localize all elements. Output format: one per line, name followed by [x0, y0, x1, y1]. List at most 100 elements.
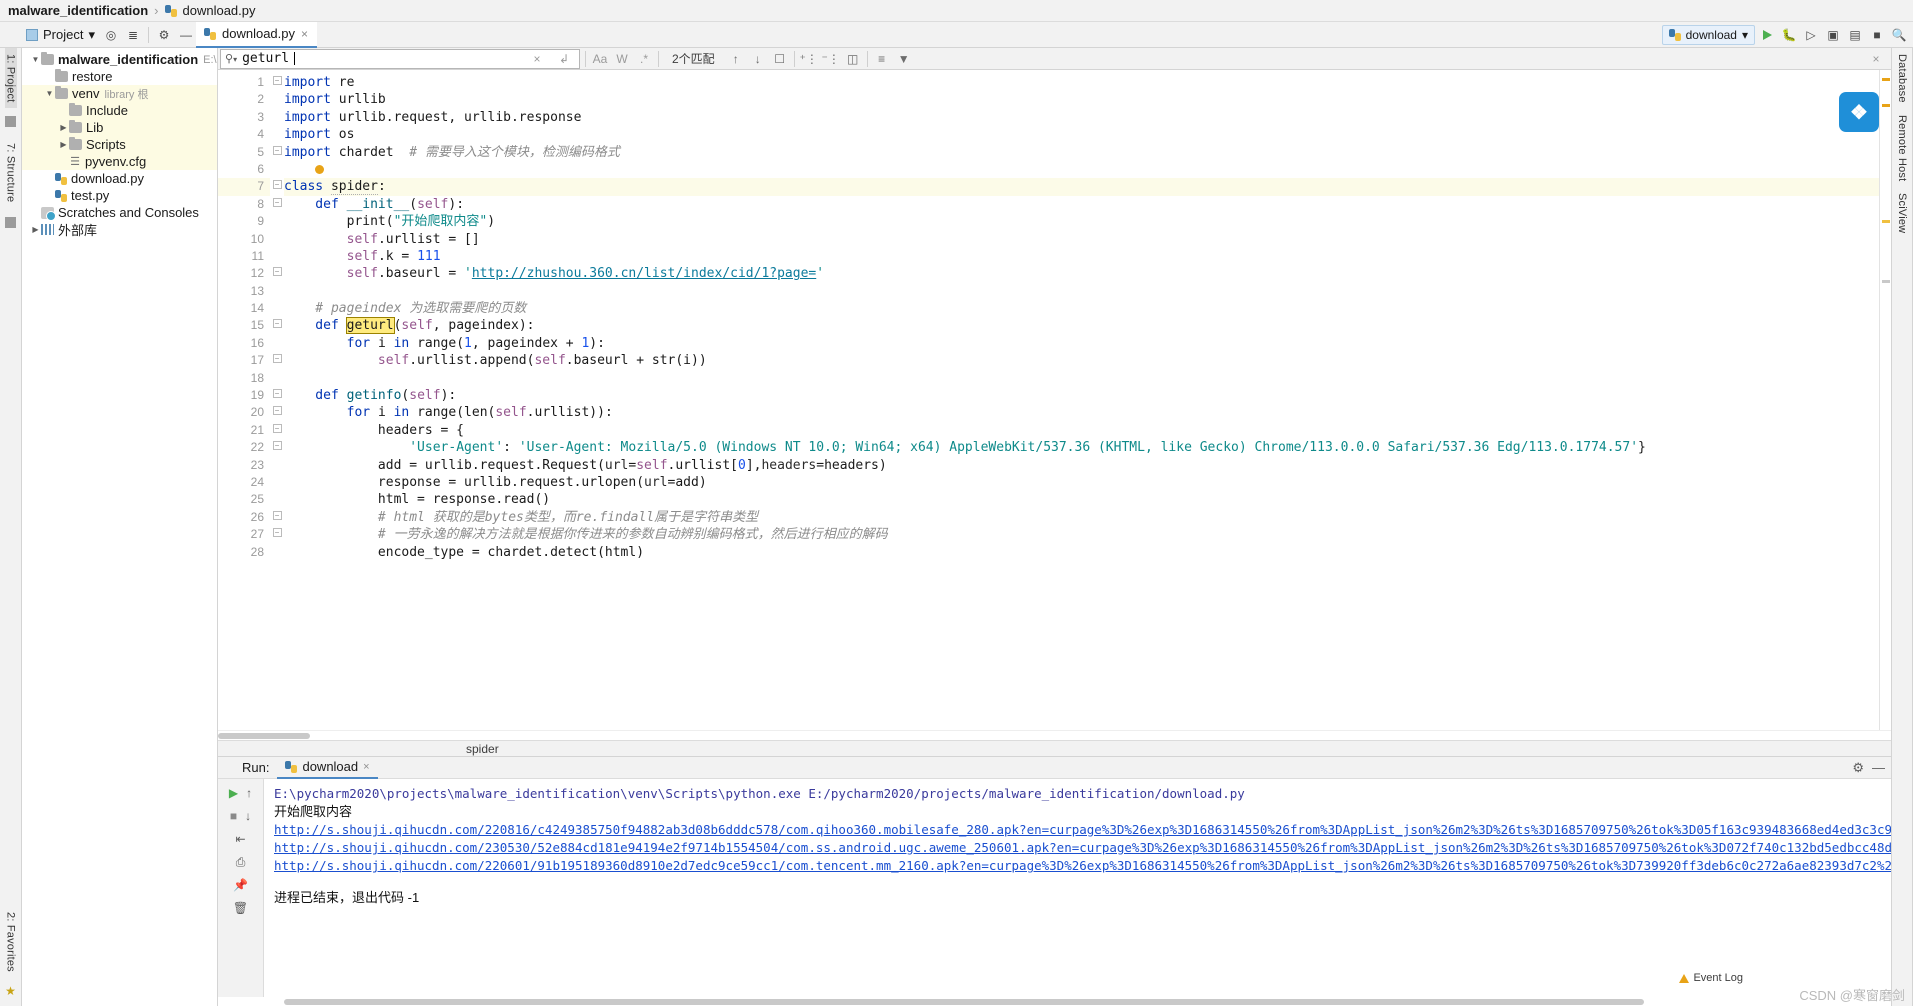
line-number[interactable]: 4	[218, 126, 270, 143]
line-number[interactable]: 16	[218, 335, 270, 352]
line-number[interactable]: 10	[218, 231, 270, 248]
scroll-up-icon[interactable]: ↑	[246, 786, 252, 800]
minimize-icon[interactable]: —	[1872, 760, 1885, 776]
editor-tab-download-py[interactable]: download.py ×	[196, 21, 318, 48]
project-panel-selector[interactable]: Project ▾	[22, 27, 99, 43]
console-line-url[interactable]: http://s.shouji.qihucdn.com/220601/91b19…	[274, 857, 1891, 875]
breadcrumb-project[interactable]: malware_identification	[8, 3, 148, 18]
code-line[interactable]: # pageindex 为选取需要爬的页数	[284, 300, 1879, 317]
code-line[interactable]: self.k = 111	[284, 248, 1879, 265]
console-output[interactable]: E:\pycharm2020\projects\malware_identifi…	[264, 779, 1891, 997]
code-line[interactable]: import urllib.request, urllib.response	[284, 109, 1879, 126]
line-number[interactable]: 17	[218, 352, 270, 369]
open-in-find-window-icon[interactable]: ◫	[842, 49, 864, 69]
run-tab-download[interactable]: download ×	[277, 757, 378, 779]
code-line[interactable]: class spider:	[284, 178, 1879, 196]
print-icon[interactable]: ⎙	[230, 851, 252, 873]
editor-horizontal-scrollbar[interactable]	[218, 730, 1891, 740]
fold-toggle-icon[interactable]: −	[270, 174, 284, 191]
code-line[interactable]: encode_type = chardet.detect(html)	[284, 544, 1879, 561]
line-number[interactable]: 2	[218, 91, 270, 108]
code-line[interactable]: for i in range(1, pageindex + 1):	[284, 335, 1879, 352]
search-input[interactable]: ⚲▾ geturl × ↲	[220, 48, 580, 69]
line-number[interactable]: 26	[218, 509, 270, 526]
search-history-icon[interactable]: ↲	[553, 49, 575, 69]
code-line[interactable]: self.urllist.append(self.baseurl + str(i…	[284, 352, 1879, 369]
line-number[interactable]: 8	[218, 196, 270, 213]
chevron-right-icon[interactable]: ▶	[30, 225, 41, 234]
code-line[interactable]	[284, 283, 1879, 300]
code-line[interactable]: print("开始爬取内容")	[284, 213, 1879, 230]
stop-icon[interactable]: ■	[1867, 25, 1887, 45]
sidebar-item-favorites[interactable]: 2: Favorites	[5, 906, 17, 978]
code-line[interactable]: self.baseurl = 'http://zhushou.360.cn/li…	[284, 265, 1879, 282]
line-number[interactable]: 15	[218, 317, 270, 334]
chevron-right-icon[interactable]: ▶	[58, 123, 69, 132]
close-find-icon[interactable]: ×	[1865, 49, 1887, 69]
sort-icon[interactable]: ≡	[871, 49, 893, 69]
regex-icon[interactable]: .*	[633, 49, 655, 69]
debug-icon[interactable]: 🐛	[1779, 25, 1799, 45]
crosshair-icon[interactable]: ◎	[101, 25, 121, 45]
run-configuration-selector[interactable]: download ▾	[1661, 25, 1755, 45]
line-number[interactable]: 14	[218, 300, 270, 317]
code-line[interactable]: add = urllib.request.Request(url=self.ur…	[284, 457, 1879, 474]
code-line[interactable]: def geturl(self, pageindex):	[284, 317, 1879, 335]
clear-search-icon[interactable]: ×	[526, 49, 548, 69]
tree-item-pyvenv-cfg[interactable]: ☰ pyvenv.cfg	[22, 153, 217, 170]
trash-icon[interactable]: 🗑	[230, 897, 252, 919]
console-line-url[interactable]: http://s.shouji.qihucdn.com/220816/c4249…	[274, 821, 1891, 839]
add-line-icon[interactable]: ⁺⋮	[798, 49, 820, 69]
line-number[interactable]: 23	[218, 457, 270, 474]
line-number[interactable]: 9	[218, 213, 270, 230]
fold-toggle-icon[interactable]: −	[270, 313, 284, 330]
fold-toggle-icon[interactable]: −	[270, 261, 284, 278]
line-number[interactable]: 28	[218, 544, 270, 561]
code-line[interactable]: import os	[284, 126, 1879, 143]
coverage-icon[interactable]: ▷	[1801, 25, 1821, 45]
sidebar-item-remote-host[interactable]: Remote Host	[1896, 109, 1908, 187]
console-line-url[interactable]: http://s.shouji.qihucdn.com/230530/52e88…	[274, 839, 1891, 857]
editor-marker-bar[interactable]	[1879, 70, 1891, 730]
line-number[interactable]: 5	[218, 144, 270, 161]
code-line[interactable]: def __init__(self):	[284, 196, 1879, 213]
collapse-all-icon[interactable]: ≣	[123, 25, 143, 45]
code-line[interactable]: import chardet # 需要导入这个模块，检测编码格式	[284, 144, 1879, 161]
sidebar-item-structure[interactable]: 7: Structure	[5, 137, 17, 208]
code-line[interactable]: headers = {	[284, 422, 1879, 439]
line-number[interactable]: 7	[218, 178, 270, 196]
code-editor[interactable]: 1 2 3 4 5 6 7 8 9 10 11 12 13 14 15 16 17 18 19 20 21 22 23 24 2…	[218, 70, 1891, 730]
fold-toggle-icon[interactable]: −	[270, 522, 284, 539]
whole-words-icon[interactable]: W	[611, 49, 633, 69]
fold-toggle-icon[interactable]: −	[270, 70, 284, 87]
gear-icon[interactable]: ⚙	[154, 25, 174, 45]
code-folding-column[interactable]: − − − − − − − − − − − − −	[270, 70, 284, 730]
line-number[interactable]: 18	[218, 370, 270, 387]
line-number[interactable]: 24	[218, 474, 270, 491]
find-next-icon[interactable]: ↓	[747, 49, 769, 69]
select-all-occurrences-icon[interactable]: ☐	[769, 49, 791, 69]
line-number[interactable]: 22	[218, 439, 270, 456]
fold-toggle-icon[interactable]: −	[270, 435, 284, 452]
breadcrumb-class-spider[interactable]: spider	[466, 742, 499, 756]
chevron-down-icon[interactable]: ▼	[44, 89, 55, 98]
rerun-icon[interactable]: ▶	[229, 786, 238, 800]
line-number[interactable]: 20	[218, 404, 270, 421]
line-number[interactable]: 6	[218, 161, 270, 178]
tree-item-test-py[interactable]: test.py	[22, 187, 217, 204]
gear-icon[interactable]: ⚙	[1852, 760, 1864, 776]
tree-item-scripts[interactable]: ▶ Scripts	[22, 136, 217, 153]
fold-toggle-icon[interactable]: −	[270, 383, 284, 400]
code-line[interactable]	[284, 161, 1879, 178]
pin-icon[interactable]: 📌	[230, 874, 252, 896]
search-everywhere-icon[interactable]: 🔍	[1889, 25, 1909, 45]
code-line[interactable]: def getinfo(self):	[284, 387, 1879, 404]
fold-toggle-icon[interactable]: −	[270, 400, 284, 417]
info-marker[interactable]	[1882, 280, 1890, 283]
stop-icon[interactable]: ■	[230, 809, 237, 823]
fold-toggle-icon[interactable]: −	[270, 505, 284, 522]
scrollbar-thumb[interactable]	[218, 733, 310, 739]
code-line[interactable]: import re	[284, 74, 1879, 91]
code-line[interactable]: html = response.read()	[284, 491, 1879, 508]
fold-toggle-icon[interactable]: −	[270, 348, 284, 365]
